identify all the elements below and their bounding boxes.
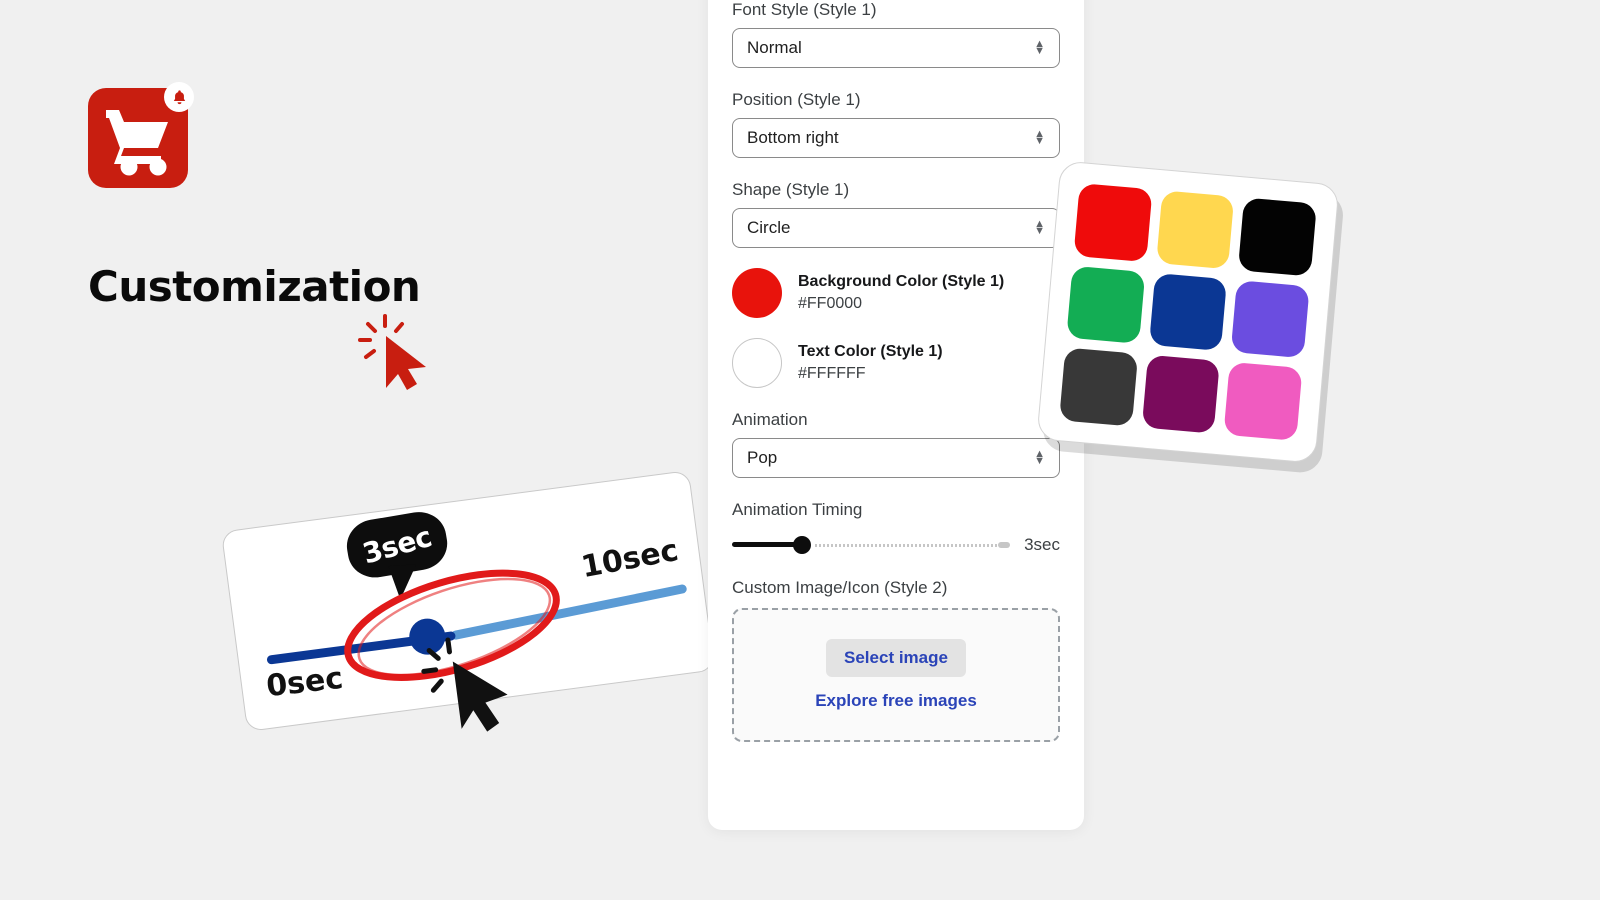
custom-image-dropzone[interactable]: Select image Explore free images	[732, 608, 1060, 742]
font-style-select[interactable]: Normal ▲ ▼	[732, 28, 1060, 68]
animation-timing-label: Animation Timing	[732, 500, 863, 519]
position-value: Bottom right	[747, 128, 839, 147]
chevron-updown-icon: ▲ ▼	[1034, 128, 1045, 147]
shape-label: Shape (Style 1)	[732, 180, 850, 199]
background-color-row[interactable]: Background Color (Style 1) #FF0000	[732, 268, 1060, 318]
slider-track-filled	[732, 542, 801, 547]
slider-track-remaining	[815, 542, 1011, 548]
slider-label-max: 10sec	[578, 532, 682, 586]
custom-image-label: Custom Image/Icon (Style 2)	[732, 578, 948, 597]
shape-value: Circle	[747, 218, 791, 237]
bell-glyph	[173, 89, 185, 104]
slider-value-text: 3sec	[359, 519, 436, 570]
swatch-dark-gray[interactable]	[1059, 347, 1138, 427]
shape-select[interactable]: Circle ▲ ▼	[732, 208, 1060, 248]
position-label: Position (Style 1)	[732, 90, 861, 109]
font-style-value: Normal	[747, 38, 802, 57]
background-color-swatch[interactable]	[732, 268, 782, 318]
swatch-black[interactable]	[1238, 197, 1317, 277]
chevron-updown-icon: ▲ ▼	[1034, 448, 1045, 467]
swatch-red[interactable]	[1073, 183, 1153, 262]
chevron-updown-icon: ▲ ▼	[1034, 218, 1045, 237]
animation-timing-slider[interactable]	[732, 534, 1011, 556]
text-color-swatch[interactable]	[732, 338, 782, 388]
text-color-hex: #FFFFFF	[798, 365, 866, 382]
text-color-row[interactable]: Text Color (Style 1) #FFFFFF	[732, 338, 1060, 388]
animation-timing-value: 3sec	[1024, 535, 1060, 554]
animation-timing-slider-row[interactable]: 3sec	[732, 534, 1060, 556]
click-cursor-red-icon	[358, 314, 426, 390]
canvas: Customization 0sec 10sec 3sec Font Style…	[0, 0, 1600, 900]
explore-free-images-link[interactable]: Explore free images	[815, 691, 977, 711]
text-color-label: Text Color (Style 1)	[798, 343, 943, 361]
animation-timing-demo-card: 0sec 10sec 3sec	[220, 470, 716, 732]
page-title: Customization	[88, 262, 421, 311]
swatch-blue[interactable]	[1148, 272, 1228, 352]
swatch-green[interactable]	[1066, 265, 1146, 345]
background-color-label: Background Color (Style 1)	[798, 273, 1005, 291]
shopping-cart-notification-icon	[88, 82, 194, 188]
click-cursor-black-icon	[421, 637, 508, 732]
position-select[interactable]: Bottom right ▲ ▼	[732, 118, 1060, 158]
animation-select[interactable]: Pop ▲ ▼	[732, 438, 1060, 478]
color-palette-card	[1036, 160, 1340, 464]
swatch-pink[interactable]	[1223, 362, 1303, 441]
background-color-hex: #FF0000	[798, 295, 863, 312]
bell-icon	[164, 82, 194, 112]
slider-label-min: 0sec	[264, 660, 345, 705]
swatch-purple[interactable]	[1141, 354, 1221, 434]
slider-thumb[interactable]	[793, 536, 811, 554]
swatch-violet[interactable]	[1230, 279, 1310, 359]
swatch-yellow[interactable]	[1155, 190, 1235, 269]
select-image-button[interactable]: Select image	[826, 639, 966, 677]
customization-settings-panel: Font Style (Style 1) Normal ▲ ▼ Position …	[708, 0, 1084, 830]
chevron-updown-icon: ▲ ▼	[1034, 38, 1045, 57]
font-style-label: Font Style (Style 1)	[732, 0, 877, 19]
animation-value: Pop	[747, 448, 778, 467]
animation-label: Animation	[732, 410, 808, 429]
